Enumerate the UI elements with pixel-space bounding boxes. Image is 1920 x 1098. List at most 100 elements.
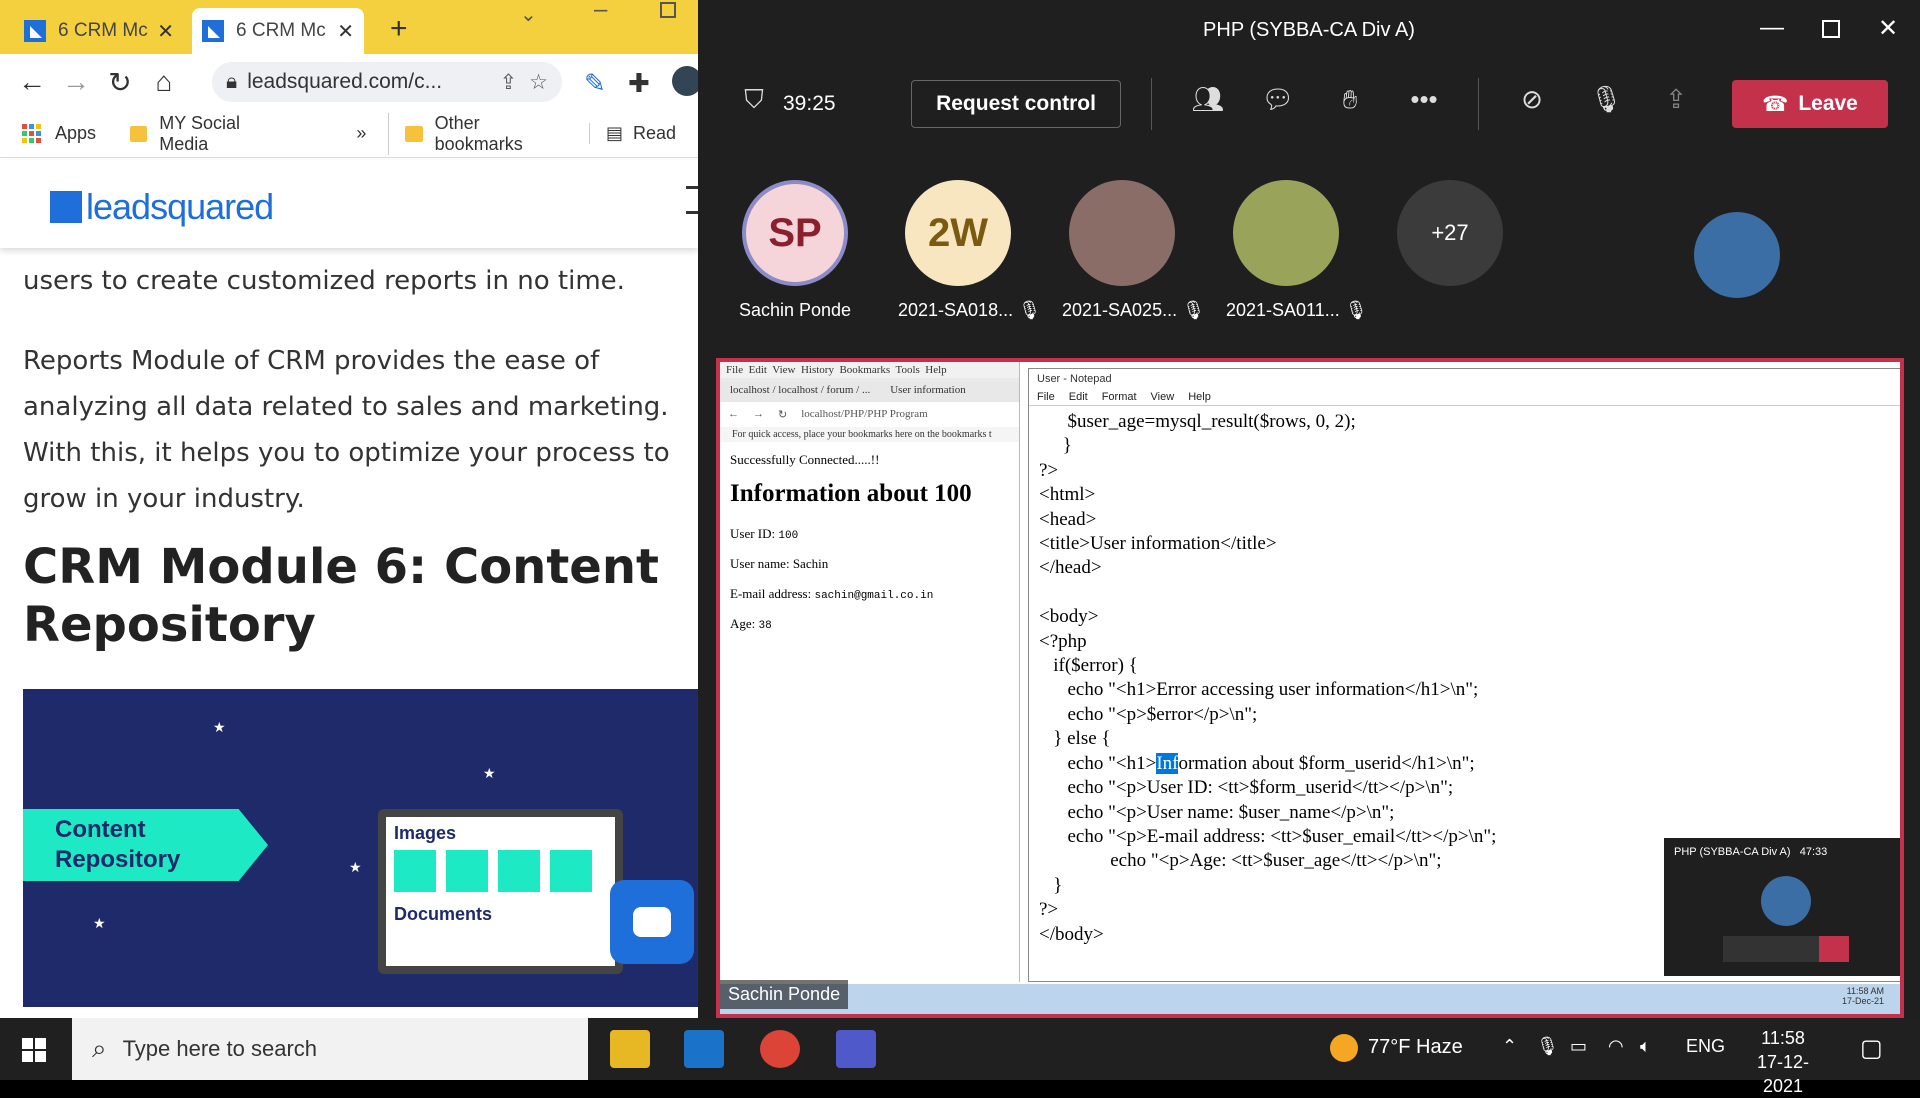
participant-tile[interactable]: 2021-SA011... 🎙︎: [1226, 180, 1368, 321]
volume-icon[interactable]: 🔈︎: [1640, 1036, 1651, 1057]
firefox-tab-active[interactable]: User information: [890, 384, 965, 396]
battery-icon[interactable]: ▭: [1570, 1036, 1587, 1057]
participant-tile[interactable]: 2021-SA025... 🎙︎: [1062, 180, 1205, 321]
menu-item[interactable]: Edit: [1069, 391, 1088, 403]
firefox-url[interactable]: localhost/PHP/PHP Program: [801, 408, 927, 421]
microphone-icon[interactable]: 🎙︎: [1536, 1036, 1559, 1057]
notifications-icon[interactable]: ▢: [1860, 1034, 1883, 1063]
search-placeholder: Type here to search: [122, 1036, 318, 1061]
reactions-icon[interactable]: ✋︎: [1330, 84, 1370, 116]
pen-extension-icon[interactable]: ✎: [584, 68, 606, 99]
participant-tile[interactable]: 2W 2021-SA018... 🎙︎: [898, 180, 1041, 321]
email-line: E-mail address: sachin@gmail.co.in: [730, 586, 934, 602]
mail-icon[interactable]: [684, 1030, 724, 1068]
tab-search-icon[interactable]: ⌄: [520, 2, 537, 27]
wifi-icon[interactable]: ◠: [1608, 1036, 1624, 1057]
section-heading: CRM Module 6: Content Repository: [23, 539, 659, 653]
back-icon[interactable]: ←: [10, 66, 54, 98]
age-line: Age: 38: [730, 616, 772, 632]
content-repository-banner: ★ ★ ★ ★ Content Repository Images Docume…: [23, 689, 698, 1007]
other-bookmarks-label: Other bookmarks: [434, 112, 523, 154]
close-icon[interactable]: ✕: [1878, 14, 1898, 43]
maximize-icon[interactable]: [660, 2, 676, 18]
connected-text: Successfully Connected.....!!: [730, 452, 880, 467]
firefox-window: File Edit View History Bookmarks Tools H…: [720, 362, 1020, 982]
menu-item[interactable]: Help: [1188, 391, 1211, 403]
weather-text[interactable]: 77°F Haze: [1368, 1036, 1463, 1059]
taskbar-search[interactable]: ⌕ Type here to search: [72, 1018, 588, 1080]
new-tab-icon[interactable]: +: [390, 12, 408, 46]
apps-label: Apps: [55, 123, 97, 143]
browser-tab-1[interactable]: 6 CRM Mc ✕: [14, 8, 184, 54]
extensions-icon[interactable]: ✚: [628, 68, 650, 99]
apps-bookmark[interactable]: Apps: [22, 123, 96, 144]
address-bar[interactable]: 🔒︎ leadsquared.com/c... ⇪ ☆: [212, 62, 562, 102]
minimize-icon[interactable]: —: [1760, 14, 1784, 42]
meeting-timer: 39:25: [783, 92, 836, 115]
home-icon[interactable]: ⌂: [142, 66, 186, 98]
share-icon[interactable]: ⇪: [500, 70, 518, 95]
teams-meeting-window: PHP (SYBBA-CA Div A) — ✕ ⛉ 39:25 Request…: [698, 0, 1920, 1018]
page-body: Successfully Connected.....!! Informatio…: [720, 442, 1019, 642]
taskbar-clock[interactable]: 11:58 17-12-2021: [1738, 1026, 1828, 1098]
hamburger-menu-icon[interactable]: [686, 186, 698, 214]
logo-text: leadsquared: [86, 186, 274, 227]
paragraph: users to create customized reports in no…: [23, 266, 625, 296]
inner-clock: 11:58 AM 17-Dec-21: [1841, 986, 1884, 1006]
more-participants[interactable]: +27: [1390, 180, 1510, 286]
participants-icon[interactable]: 👥︎: [1188, 84, 1228, 115]
page-heading: Information about 100: [730, 480, 972, 507]
profile-avatar[interactable]: [672, 66, 698, 96]
camera-off-icon[interactable]: ⊘: [1512, 84, 1552, 115]
minimize-icon[interactable]: –: [594, 0, 607, 24]
paragraph: Reports Module of CRM provides the ease …: [23, 346, 670, 514]
other-bookmarks[interactable]: Other bookmarks: [388, 112, 567, 155]
mini-call-window: PHP (SYBBA-CA Div A) 47:33: [1664, 838, 1900, 976]
documents-label: Documents: [394, 904, 493, 924]
reload-icon[interactable]: ↻: [98, 66, 142, 99]
menu-item[interactable]: View: [1151, 391, 1175, 403]
show-hidden-icons[interactable]: ⌃: [1502, 1036, 1517, 1057]
logo-mark-icon: [50, 191, 82, 223]
mic-off-icon[interactable]: 🎙︎: [1586, 84, 1626, 115]
bookmark-star-icon[interactable]: ☆: [529, 70, 548, 95]
browser-tab-2[interactable]: 6 CRM Mc ✕: [192, 8, 364, 54]
mini-call-controls: [1723, 936, 1849, 962]
forward-icon[interactable]: →: [54, 66, 98, 98]
chrome-icon[interactable]: [760, 1030, 800, 1068]
teams-icon[interactable]: [836, 1030, 876, 1068]
windows-start-icon[interactable]: [22, 1038, 46, 1062]
avatar: SP: [742, 180, 848, 286]
menu-item[interactable]: File: [1037, 391, 1055, 403]
url-text: leadsquared.com/c...: [247, 70, 443, 93]
folder-icon: [405, 125, 423, 142]
social-media-bookmark[interactable]: MY Social Media: [130, 113, 288, 155]
firefox-tab[interactable]: localhost / localhost / forum / ...: [730, 384, 870, 396]
ribbon-line-2: Repository: [55, 846, 181, 873]
file-explorer-icon[interactable]: [610, 1030, 650, 1068]
inner-taskbar: 11:58 AM 17-Dec-21: [720, 984, 1900, 1014]
leave-button[interactable]: ☎︎ Leave: [1732, 80, 1888, 128]
maximize-icon[interactable]: [1822, 20, 1840, 38]
share-screen-icon[interactable]: ⇪: [1656, 84, 1696, 115]
shield-icon: ⛉: [744, 84, 764, 114]
presenter-label: Sachin Ponde: [720, 980, 849, 1009]
close-tab-icon[interactable]: ✕: [157, 19, 174, 44]
reading-list-label: Read: [632, 123, 676, 143]
bookmarks-bar: Apps MY Social Media » Other bookmarks ▤…: [0, 110, 698, 158]
close-tab-icon[interactable]: ✕: [337, 19, 354, 44]
leadsquared-logo[interactable]: leadsquared: [50, 186, 274, 228]
more-options-icon[interactable]: •••: [1404, 84, 1444, 115]
more-bookmarks-button[interactable]: »: [356, 123, 366, 144]
request-control-button[interactable]: Request control: [911, 80, 1121, 128]
chat-icon[interactable]: 💬︎: [1258, 84, 1298, 115]
reading-list[interactable]: ▤ Read: [588, 123, 676, 144]
menu-item[interactable]: Format: [1102, 391, 1137, 403]
language-indicator[interactable]: ENG: [1686, 1036, 1725, 1057]
participant-tile[interactable]: SP Sachin Ponde: [735, 180, 855, 321]
hang-up-icon[interactable]: [1819, 936, 1849, 962]
tab-label: 6 CRM Mc: [58, 20, 148, 41]
self-video-avatar: [1694, 212, 1780, 298]
avatar: 2W: [905, 180, 1011, 286]
chat-widget-button[interactable]: [610, 880, 694, 964]
